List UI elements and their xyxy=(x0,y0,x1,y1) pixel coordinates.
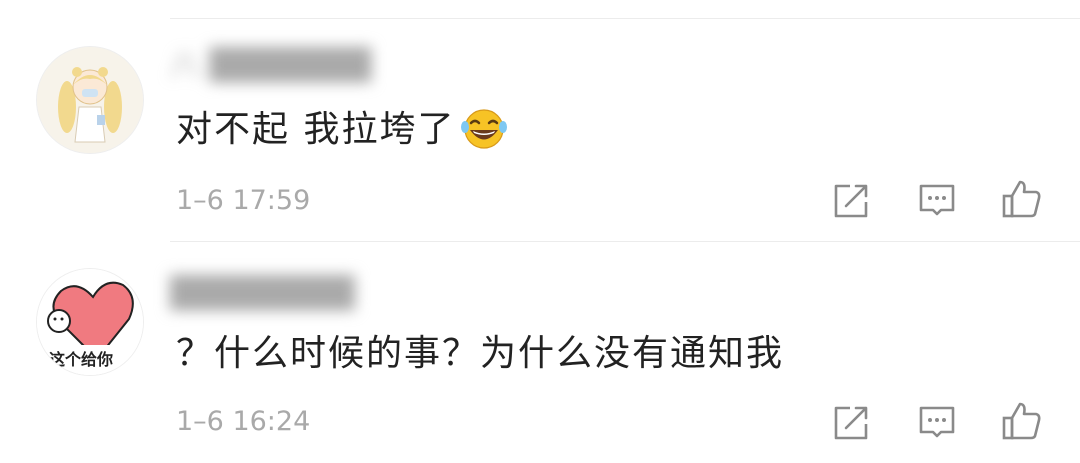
avatar-heart-illustration: 这个给你 xyxy=(37,269,143,375)
comment-text: ？什么时候的事？为什么没有通知我 xyxy=(176,333,785,374)
comment-icon xyxy=(919,184,955,216)
comment-icon xyxy=(919,406,955,438)
like-button[interactable] xyxy=(1000,398,1044,442)
comment-text: 对不起 我拉垮了 xyxy=(176,108,508,160)
comment-list: 八 ███████ 对不起 我拉垮了 1–6 17:59 这个给你 ██████… xyxy=(0,0,1080,463)
comment-button[interactable] xyxy=(915,400,959,444)
like-button[interactable] xyxy=(1000,176,1044,220)
username-text: ████████ xyxy=(170,276,355,311)
comment-timestamp: 1–6 17:59 xyxy=(176,185,311,216)
avatar[interactable] xyxy=(36,46,144,154)
share-button[interactable] xyxy=(830,400,874,444)
avatar-girl-illustration xyxy=(37,47,143,153)
laugh-cry-emoji-icon xyxy=(461,109,508,160)
comment-text-content: 对不起 我拉垮了 xyxy=(176,109,456,150)
avatar-caption: 这个给你 xyxy=(49,350,113,369)
thumbs-up-icon xyxy=(1002,180,1041,218)
share-button[interactable] xyxy=(830,178,874,222)
comment-timestamp: 1–6 16:24 xyxy=(176,406,311,437)
avatar[interactable]: 这个给你 xyxy=(36,268,144,376)
comment-button[interactable] xyxy=(915,178,959,222)
share-icon xyxy=(834,406,868,440)
username-text: 八 ███████ xyxy=(170,48,372,83)
share-icon xyxy=(834,184,868,218)
comment-divider xyxy=(170,241,1080,242)
thumbs-up-icon xyxy=(1002,402,1041,440)
top-divider xyxy=(170,18,1080,19)
